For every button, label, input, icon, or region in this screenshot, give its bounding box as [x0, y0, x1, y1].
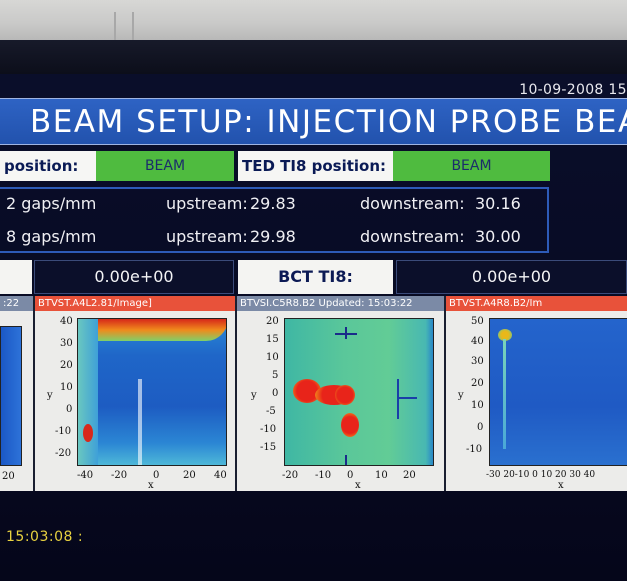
marker-bottom [345, 455, 347, 465]
plot2-xtick: -20 [111, 470, 128, 481]
datetime-display: 10-09-2008 15:0 [519, 82, 627, 98]
screen-image-panels: :22 20 BTVST.A4L2.81/Image] 40 30 20 10 … [0, 296, 627, 491]
screen-panel-2: BTVST.A4L2.81/Image] 40 30 20 10 0 -10 -… [35, 296, 235, 491]
title-bar: BEAM SETUP: INJECTION PROBE BEAM [0, 98, 627, 145]
plot3-xtick: -10 [315, 470, 332, 481]
gap-row-2-downstream-value: 30.00 [475, 227, 521, 246]
gap-row-1-upstream-value: 29.83 [250, 194, 296, 213]
plot4-ytick: 30 [471, 356, 484, 367]
beam-spot [341, 413, 359, 437]
beam-spot [335, 385, 355, 405]
plot2-ytick: 0 [66, 404, 73, 415]
wall-seam [114, 12, 116, 40]
beam-spot-left [83, 424, 93, 442]
plot3-ytick: 5 [272, 370, 279, 381]
gap-row-1-label: 2 gaps/mm [6, 194, 97, 213]
plot3-xtick: -20 [282, 470, 299, 481]
plot3-xtick: 0 [347, 470, 354, 481]
page-title: BEAM SETUP: INJECTION PROBE BEAM [30, 104, 627, 140]
plot3-ytick: 20 [266, 316, 279, 327]
plot2-xtick: -40 [77, 470, 94, 481]
plot3-ytick: -5 [266, 406, 276, 417]
panel-1-header: :22 [0, 296, 33, 311]
gap-row-2-downstream-label: downstream: [360, 227, 465, 246]
marker-top-bar [335, 333, 357, 335]
plot4-ytick: 50 [471, 316, 484, 327]
plot2-ytick: 20 [60, 360, 73, 371]
plot3-ylabel: y [251, 390, 257, 401]
plot3-ytick: 15 [266, 334, 279, 345]
plot2-xlabel: x [148, 480, 154, 491]
plot4-ytick: 40 [471, 336, 484, 347]
panel-4-header: BTVST.A4R8.B2/Im [446, 296, 627, 311]
position-label: position: [0, 151, 96, 181]
background-wall [0, 0, 627, 40]
marker-right [397, 379, 399, 419]
plot4-xlabel: x [558, 480, 564, 491]
gap-row-1-downstream-value: 30.16 [475, 194, 521, 213]
plot3-xtick: 20 [403, 470, 416, 481]
plot4-xticks: -30 20-10 0 10 20 30 40 [486, 470, 596, 480]
gap-row-2-upstream-label: upstream: [166, 227, 248, 246]
gap-row-1-upstream-label: upstream: [166, 194, 248, 213]
screen-panel-3: BTVSI.C5R8.B2 Updated: 15:03:22 20 15 10… [237, 296, 444, 491]
gap-row-2-upstream-value: 29.98 [250, 227, 296, 246]
panel-3-header: BTVSI.C5R8.B2 Updated: 15:03:22 [237, 296, 444, 311]
plot2-xtick: 20 [183, 470, 196, 481]
plot4-ylabel: y [458, 390, 464, 401]
panel-3-beam-image [284, 318, 434, 466]
beam-edge-left [78, 319, 98, 465]
ted-position-label: TED TI8 position: [238, 151, 393, 181]
bct-ti8-value: 0.00e+00 [396, 260, 627, 294]
bct-ti8-label: BCT TI8: [238, 260, 393, 294]
plot4-ytick: 10 [471, 400, 484, 411]
plot3-ytick: -15 [260, 442, 277, 453]
panel-4-beam-image [489, 318, 627, 466]
plot4-ytick: 0 [477, 422, 484, 433]
panel-2-header: BTVST.A4L2.81/Image] [35, 296, 235, 311]
beam-spot-top [86, 319, 226, 341]
plot3-ytick: 0 [272, 388, 279, 399]
plot2-ytick: -20 [55, 448, 72, 459]
control-screen: 10-09-2008 15:0 BEAM SETUP: INJECTION PR… [0, 74, 627, 581]
status-timestamp: 15:03:08 : [6, 529, 84, 545]
bct-left-label-cell [0, 260, 32, 294]
plot3-ytick: 10 [266, 352, 279, 363]
plot3-xlabel: x [355, 480, 361, 491]
plot2-ylabel: y [47, 390, 53, 401]
gap-row-1-downstream-label: downstream: [360, 194, 465, 213]
plot4-ytick: -10 [466, 444, 483, 455]
screen-panel-4: BTVST.A4R8.B2/Im 50 40 30 20 10 0 -10 y … [446, 296, 627, 491]
gap-readings: 2 gaps/mm upstream: 29.83 downstream: 30… [0, 187, 549, 253]
plot2-ytick: -10 [55, 426, 72, 437]
plot2-ytick: 30 [60, 338, 73, 349]
plot3-xtick: 10 [375, 470, 388, 481]
beam-trail [503, 339, 506, 449]
beam-line [138, 379, 142, 465]
plot3-ytick: -10 [260, 424, 277, 435]
panel-1-xtick: 20 [2, 471, 15, 482]
bct-left-value: 0.00e+00 [34, 260, 234, 294]
gap-row-2-label: 8 gaps/mm [6, 227, 97, 246]
panel-2-beam-image [77, 318, 227, 466]
plot4-ytick: 20 [471, 378, 484, 389]
panel-1-image [0, 326, 22, 466]
position-value: BEAM [96, 151, 234, 181]
screen-panel-1: :22 20 [0, 296, 33, 491]
marker-right-bar [397, 397, 417, 399]
wall-seam [132, 12, 134, 40]
ted-position-value: BEAM [393, 151, 550, 181]
monitor-bezel [0, 40, 627, 74]
plot2-ytick: 40 [60, 316, 73, 327]
plot2-xtick: 40 [214, 470, 227, 481]
plot2-ytick: 10 [60, 382, 73, 393]
